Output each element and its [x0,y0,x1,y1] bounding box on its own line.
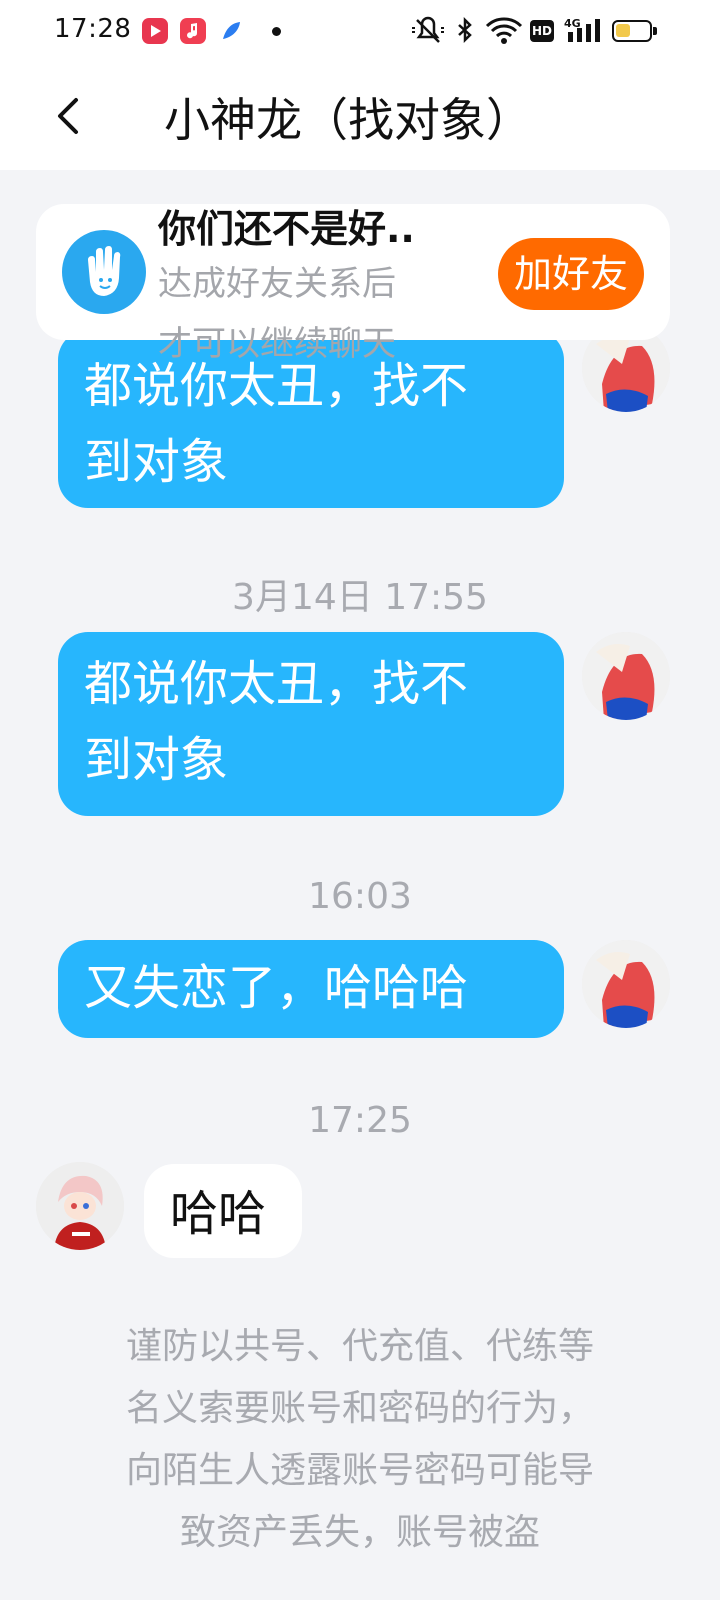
message-text: 又失恋了，哈哈哈 [84,960,469,1016]
video-app-icon [142,18,168,44]
page-title: 小神龙（找对象） [164,93,532,147]
status-time: 17:28 [54,14,132,44]
hd-icon: HD [530,20,554,42]
friend-request-card: 你们还不是好.. 达成好友关系后 才可以继续聊天 加好友 [36,204,670,364]
avatar-self[interactable] [582,940,670,1028]
hand-wave-icon [62,230,146,314]
card-title: 你们还不是好.. [158,207,415,251]
security-notice: 谨防以共号、代充值、代练等 名义索要账号和密码的行为， 向陌生人透露账号密码可能… [125,1326,594,1553]
add-friend-button[interactable]: 加好友 [498,238,644,310]
card-description: 达成好友关系后 才可以继续聊天 [158,264,396,364]
music-app-icon [180,18,206,44]
message-bubble-self[interactable]: 又失恋了，哈哈哈 [58,940,564,1038]
notification-dot [272,27,281,36]
status-bar: 17:28 HD 4G [0,0,720,64]
feather-app-icon [218,18,244,44]
wifi-icon [484,16,524,46]
message-bubble-self[interactable]: 都说你太丑，找不 到对象 [58,632,564,816]
timestamp: 17:25 [308,1100,412,1141]
timestamp: 16:03 [308,876,412,917]
timestamp: 3月14日 17:55 [232,577,488,618]
avatar-self[interactable] [582,632,670,720]
chevron-left-icon[interactable] [52,94,88,138]
chat-area[interactable]: 都说你太丑，找不 到对象 你们还不是好.. 达成好友关系后 才可以继续聊天 加好… [0,170,720,1600]
message-bubble-other[interactable]: 哈哈 [144,1164,302,1258]
avatar-other[interactable] [36,1162,124,1250]
battery-icon [612,20,657,42]
mute-icon [410,16,446,46]
message-text: 哈哈 [170,1186,267,1242]
signal-icon: 4G [564,16,604,46]
message-text: 到对象 [84,434,229,490]
message-text: 到对象 [84,732,229,788]
bluetooth-icon [454,16,476,46]
nav-bar: 小神龙（找对象） [0,64,720,170]
message-text: 都说你太丑，找不 [84,656,469,712]
